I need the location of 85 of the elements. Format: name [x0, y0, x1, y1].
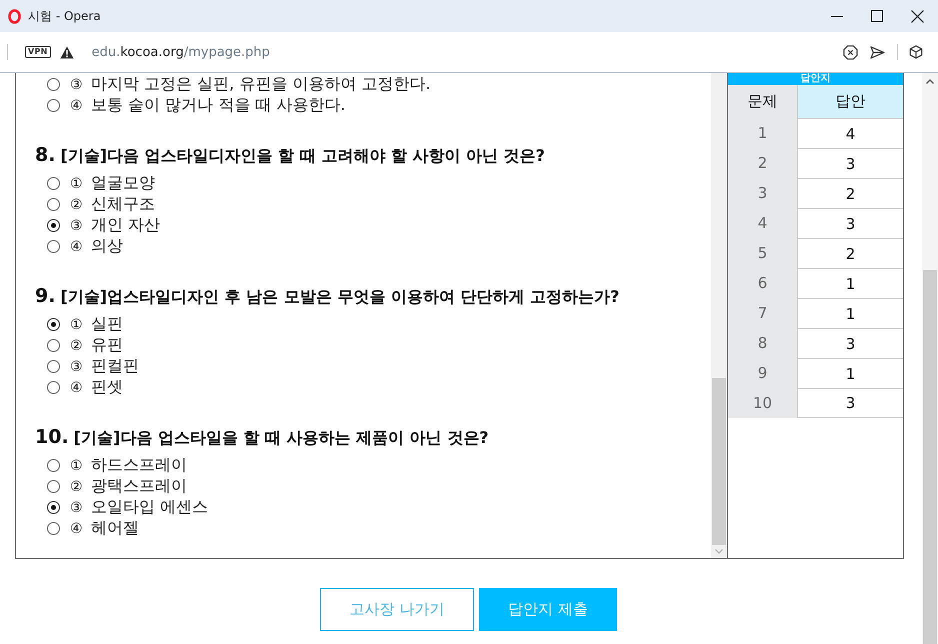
table-cell: 4	[797, 118, 903, 148]
option-number: ②	[70, 338, 84, 354]
table-cell: 10	[728, 388, 797, 418]
radio-button[interactable]	[47, 198, 60, 211]
radio-button[interactable]	[47, 78, 60, 91]
option-text: 의상	[91, 236, 123, 257]
column-header: 답안	[797, 85, 903, 118]
option-text: 실핀	[91, 314, 123, 335]
option-text: 얼굴모양	[91, 173, 155, 194]
option-text: 오일타입 에센스	[91, 497, 208, 518]
option-text: 마지막 고정은 실핀, 유핀을 이용하여 고정한다.	[91, 74, 431, 95]
option-text: 광택스프레이	[91, 476, 187, 497]
radio-button[interactable]	[47, 339, 60, 352]
option-number: ③	[70, 218, 84, 234]
table-cell: 1	[797, 298, 903, 328]
option-number: ②	[70, 196, 84, 212]
scrollbar[interactable]	[922, 73, 938, 644]
question-number: 10.	[35, 425, 69, 450]
option-number: ②	[70, 478, 84, 494]
table-cell: 2	[797, 178, 903, 208]
column-header: 문제	[728, 85, 797, 118]
option-text: 개인 자산	[91, 215, 160, 236]
scroll-up-icon[interactable]	[926, 79, 934, 84]
table-cell: 3	[797, 388, 903, 418]
table-cell: 3	[797, 208, 903, 238]
option-number: ①	[70, 176, 84, 192]
option-number: ①	[70, 458, 84, 474]
table-cell: 5	[728, 238, 797, 268]
option-number: ④	[70, 520, 84, 536]
table-cell: 9	[728, 358, 797, 388]
table-cell: 1	[797, 358, 903, 388]
question-text: [기술]다음 업스타일디자인을 할 때 고려해야 할 사항이 아닌 것은?	[60, 146, 545, 167]
scrollbar-thumb[interactable]	[712, 378, 726, 545]
maximize-icon[interactable]	[871, 10, 883, 22]
option-text: 헤어젤	[91, 518, 139, 539]
option-number: ④	[70, 98, 84, 114]
option-number: ④	[70, 238, 84, 254]
send-icon[interactable]	[870, 46, 885, 58]
option-text: 핀컬핀	[91, 356, 139, 377]
option-text: 신체구조	[91, 194, 155, 215]
question-number: 8.	[35, 143, 56, 168]
table-cell: 1	[728, 118, 797, 148]
option-text: 하드스프레이	[91, 455, 187, 476]
scrollbar-thumb[interactable]	[923, 270, 937, 644]
close-icon[interactable]	[910, 10, 924, 22]
option-number: ④	[70, 380, 84, 396]
option-number: ③	[70, 358, 84, 374]
window-title: 시험 - Opera	[28, 8, 101, 24]
warning-icon[interactable]	[60, 46, 74, 58]
option-text: 핀셋	[91, 377, 123, 398]
table-cell: 4	[728, 208, 797, 238]
answer-sheet-title: 답안지	[728, 73, 903, 85]
question-number: 9.	[35, 284, 56, 309]
radio-button[interactable]	[47, 501, 60, 514]
table-cell: 6	[728, 268, 797, 298]
table-cell: 3	[797, 328, 903, 358]
option-number: ③	[70, 76, 84, 92]
table-cell: 3	[728, 178, 797, 208]
table-cell: 7	[728, 298, 797, 328]
scrollbar[interactable]	[711, 73, 727, 558]
radio-button[interactable]	[47, 99, 60, 112]
logo-icon	[8, 8, 21, 24]
table-cell: 3	[797, 148, 903, 178]
radio-button[interactable]	[47, 219, 60, 232]
radio-button[interactable]	[47, 522, 60, 535]
question-text: [기술]업스타일디자인 후 남은 모발은 무엇을 이용하여 단단하게 고정하는가?	[60, 287, 620, 308]
radio-button[interactable]	[47, 318, 60, 331]
url-text[interactable]: edu.kocoa.org/mypage.php	[92, 44, 270, 60]
radio-button[interactable]	[47, 381, 60, 394]
table-cell: 8	[728, 328, 797, 358]
table-cell: 2	[797, 238, 903, 268]
radio-button[interactable]	[47, 480, 60, 493]
question-text: [기술]다음 업스타일을 할 때 사용하는 제품이 아닌 것은?	[74, 428, 489, 449]
radio-button[interactable]	[47, 240, 60, 253]
table-cell: 1	[797, 268, 903, 298]
cube-icon[interactable]	[909, 45, 923, 59]
radio-button[interactable]	[47, 177, 60, 190]
vpn-badge[interactable]: VPN	[25, 46, 51, 58]
option-number: ③	[70, 500, 84, 516]
option-number: ①	[70, 316, 84, 332]
table-cell: 2	[728, 148, 797, 178]
option-text: 유핀	[91, 335, 123, 356]
radio-button[interactable]	[47, 459, 60, 472]
option-text: 보통 숱이 많거나 적을 때 사용한다.	[91, 95, 346, 116]
radio-button[interactable]	[47, 360, 60, 373]
